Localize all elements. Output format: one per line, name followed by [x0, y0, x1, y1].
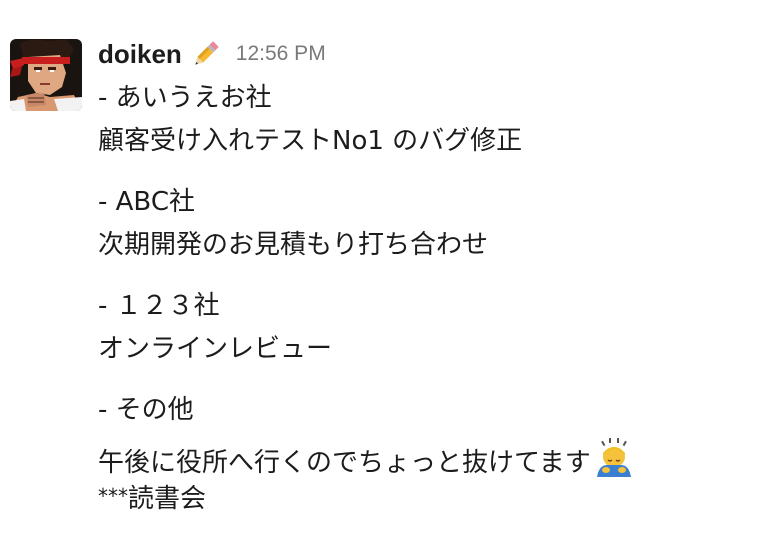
message-line: - ABC社 [98, 187, 195, 217]
message-line: - １２３社 [98, 291, 220, 321]
message-line-last: ***読書会 [98, 480, 206, 515]
message-line: - その他 [98, 395, 194, 425]
message-line: 顧客受け入れテストNo1 のバグ修正 [98, 126, 523, 156]
message-line-text: 読書会 [128, 484, 207, 514]
chat-message: doiken 12:56 PM - あいうえお社 顧客受け入れテストNo1 のバ… [0, 0, 762, 548]
pencil-emoji-icon [190, 38, 222, 70]
person-bowing-emoji-icon [593, 437, 635, 479]
asterisks-text: *** [98, 484, 128, 508]
username-link[interactable]: doiken [98, 39, 182, 70]
message-line-text: 午後に役所へ行くのでちょっと抜けてます [98, 448, 591, 478]
message-line: - あいうえお社 [98, 83, 272, 113]
message-line-with-emoji: 午後に役所へ行くのでちょっと抜けてます [98, 437, 635, 479]
message-timestamp[interactable]: 12:56 PM [236, 42, 326, 66]
user-avatar[interactable] [10, 39, 82, 111]
fighter-avatar-icon [10, 39, 82, 111]
message-line: 次期開発のお見積もり打ち合わせ [98, 230, 489, 260]
message-header: doiken 12:56 PM [98, 36, 326, 72]
message-line: オンラインレビュー [98, 334, 333, 364]
